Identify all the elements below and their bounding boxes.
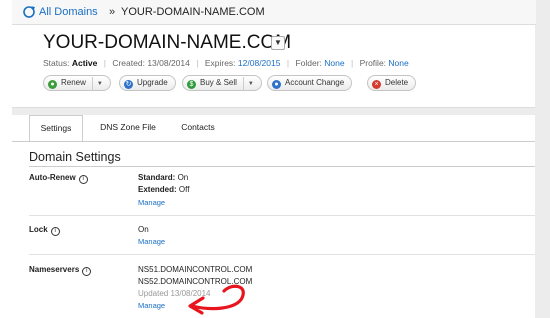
folder-value[interactable]: None: [324, 58, 344, 68]
dollar-icon: $: [187, 80, 196, 89]
domain-menu-dropdown[interactable]: ▼: [271, 36, 285, 50]
expires-label: Expires:: [204, 58, 236, 68]
created-label: Created:: [112, 58, 145, 68]
buy-sell-label: Buy & Sell: [200, 78, 237, 87]
refresh-home-icon[interactable]: [22, 5, 36, 19]
settings-panel: Settings DNS Zone File Contacts Domain S…: [12, 115, 535, 318]
close-icon: ×: [372, 80, 381, 89]
account-change-button[interactable]: ● Account Change: [267, 75, 353, 91]
profile-label: Profile:: [359, 58, 387, 68]
account-change-label: Account Change: [285, 78, 345, 87]
upgrade-label: Upgrade: [137, 78, 168, 87]
chevron-down-icon: ▼: [274, 38, 282, 47]
chevron-down-icon[interactable]: ▼: [242, 77, 254, 91]
annotation-arrow-icon: [188, 284, 245, 315]
status-value: Active: [71, 58, 98, 68]
profile-value[interactable]: None: [388, 58, 408, 68]
user-icon: ●: [272, 80, 281, 89]
folder-label: Folder:: [295, 58, 322, 68]
breadcrumb-current: YOUR-DOMAIN-NAME.COM: [121, 6, 265, 18]
upgrade-icon: ↻: [124, 80, 133, 89]
buy-sell-button[interactable]: $ Buy & Sell ▼: [182, 75, 262, 91]
breadcrumb-separator: »: [109, 6, 116, 18]
chevron-down-icon[interactable]: ▼: [91, 77, 103, 91]
domain-meta-line: Status: Active | Created: 13/08/2014 | E…: [43, 58, 409, 68]
page-frame: All Domains » YOUR-DOMAIN-NAME.COM YOUR-…: [12, 0, 550, 318]
upgrade-button[interactable]: ↻ Upgrade: [119, 75, 176, 91]
expires-value[interactable]: 12/08/2015: [238, 58, 281, 68]
renew-label: Renew: [61, 78, 86, 87]
breadcrumb: All Domains » YOUR-DOMAIN-NAME.COM: [12, 0, 536, 25]
breadcrumb-all-domains-link[interactable]: All Domains: [39, 6, 98, 18]
status-label: Status:: [43, 58, 70, 68]
renew-icon: ●: [48, 80, 57, 89]
domain-header-card: YOUR-DOMAIN-NAME.COM ▼ Status: Active | …: [12, 25, 535, 108]
delete-label: Delete: [385, 78, 409, 87]
domain-title: YOUR-DOMAIN-NAME.COM: [43, 32, 292, 53]
created-value: 13/08/2014: [147, 58, 190, 68]
renew-button[interactable]: ● Renew ▼: [43, 75, 111, 91]
delete-button[interactable]: × Delete: [367, 75, 417, 91]
